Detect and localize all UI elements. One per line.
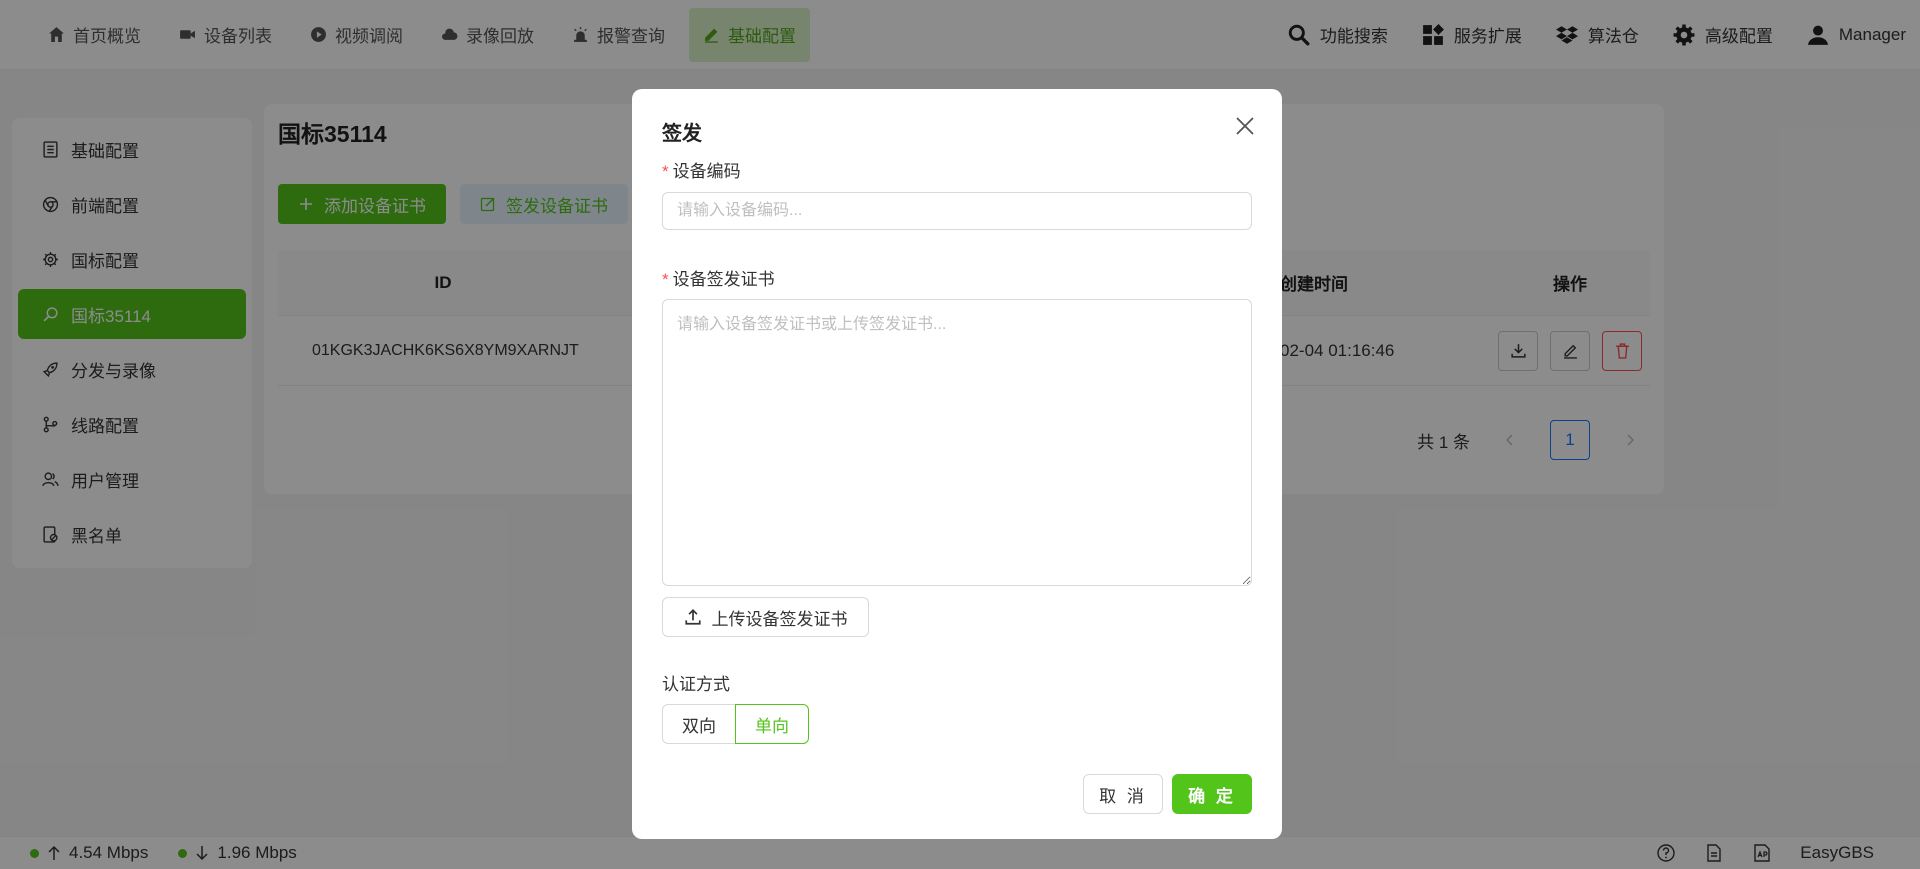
sign-dialog: 签发 *设备编码 *设备签发证书 上传设备签发证书 认证方式 双向 单向 取 消… [632, 89, 1282, 839]
close-icon[interactable] [1232, 113, 1258, 139]
cert-label: * 设备签发证书 [662, 265, 775, 290]
cancel-button[interactable]: 取 消 [1083, 774, 1163, 814]
upload-cert-button[interactable]: 上传设备签发证书 [662, 597, 869, 637]
cert-label-text: 设备签发证书 [672, 270, 775, 289]
confirm-button[interactable]: 确 定 [1172, 774, 1252, 814]
cert-textarea[interactable] [662, 299, 1252, 586]
required-mark: * [662, 270, 669, 289]
upload-cert-label: 上传设备签发证书 [711, 609, 848, 629]
dialog-title: 签发 [662, 123, 702, 145]
upload-icon [684, 609, 701, 625]
device-code-label: * 设备编码 [662, 157, 741, 182]
auth-option-mutual[interactable]: 双向 [662, 704, 736, 744]
required-mark: * [662, 162, 669, 181]
device-code-input[interactable] [662, 192, 1252, 230]
auth-option-one-way[interactable]: 单向 [735, 704, 809, 744]
auth-method-selector: 双向 单向 [662, 704, 809, 744]
auth-method-label: 认证方式 [662, 675, 730, 694]
device-code-label-text: 设备编码 [672, 162, 741, 181]
